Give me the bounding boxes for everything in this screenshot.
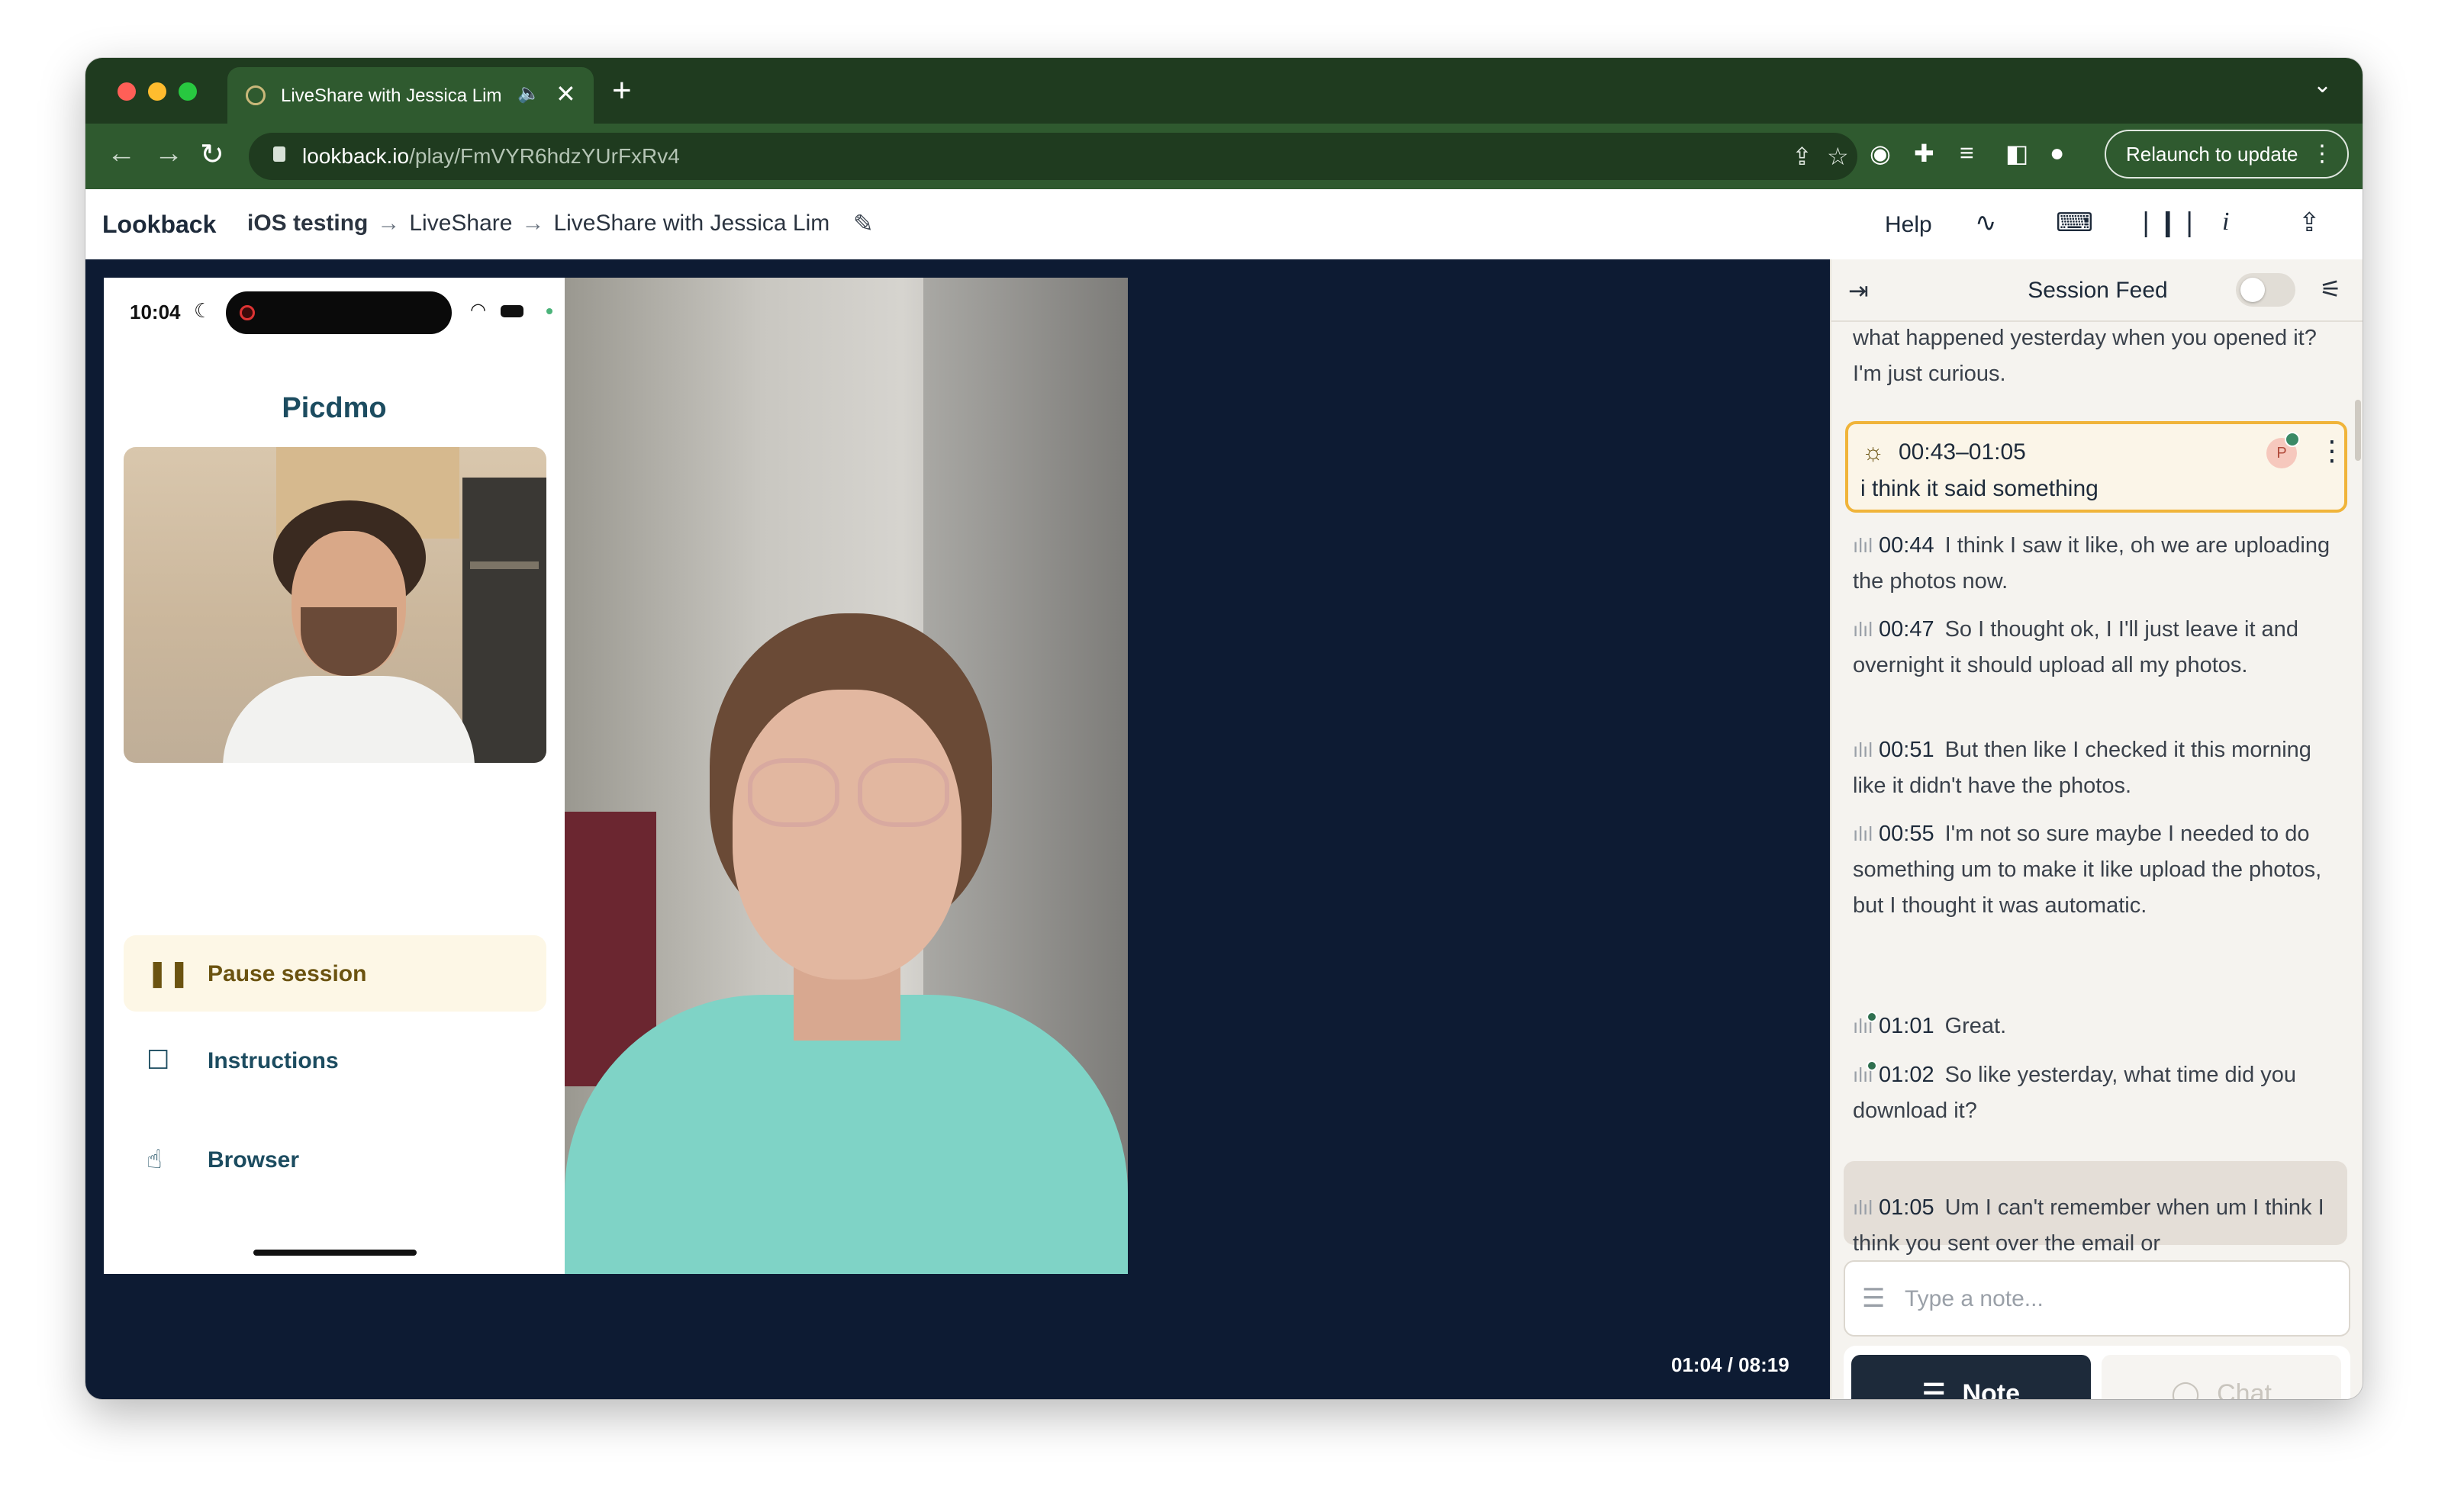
breadcrumb: iOS testing → LiveShare → LiveShare with Jes… [247, 211, 829, 236]
feed-entry-partial: what happened yesterday when you opened … [1853, 326, 2317, 386]
transcript-line-highlighted[interactable]: ılıl 01:02 So like yesterday, what time di… [1853, 1057, 2341, 1129]
note-more-icon[interactable]: ⋮ [2318, 435, 2346, 467]
favicon-icon [246, 85, 266, 105]
tab-search-chevron-icon[interactable]: ⌄ [2313, 72, 2332, 98]
breadcrumb-type[interactable]: LiveShare [409, 211, 512, 236]
chat-button[interactable]: ◯ Chat [2102, 1355, 2341, 1399]
browser-button[interactable]: ☝ Browser [124, 1121, 546, 1198]
arrow-right-icon: → [521, 211, 545, 236]
moderator-camera [124, 447, 546, 763]
waveform-icon: ılıl [1853, 1015, 1873, 1037]
app-header: Lookback iOS testing → LiveShare → LiveShare… [85, 189, 2363, 261]
relaunch-button[interactable]: Relaunch to update ⋮ [2105, 130, 2349, 179]
back-arrow-icon[interactable]: ← [107, 137, 136, 170]
sun-icon: ☼ [1862, 438, 1885, 465]
filter-sliders-icon[interactable]: ⚟ [2320, 275, 2342, 304]
tab-title: LiveShare with Jessica Lim [281, 85, 502, 106]
arrow-right-icon: → [377, 211, 401, 236]
note-input-box[interactable]: ☰ [1844, 1260, 2350, 1337]
reload-icon[interactable]: ↻ [200, 137, 224, 172]
close-window-button[interactable] [118, 82, 136, 101]
feed-toggle[interactable] [2236, 273, 2295, 307]
bookmark-star-icon[interactable]: ☆ [1827, 142, 1849, 171]
note-card[interactable]: ☼ 00:43–01:05 i think it said something … [1845, 421, 2347, 513]
media-controls-icon[interactable]: ≡ [1960, 139, 1974, 167]
waveform-icon: ılıl [1853, 534, 1873, 557]
address-bar[interactable]: lookback.io/play/FmVYR6hdzYUrFxRv4 ⇪ ☆ [249, 133, 1857, 180]
tab-close-icon[interactable]: ✕ [556, 79, 576, 108]
participant-camera [565, 278, 1128, 1274]
keyboard-icon[interactable]: ⌨ [2056, 207, 2093, 238]
share-icon[interactable]: ⇪ [2298, 207, 2321, 238]
forward-arrow-icon[interactable]: → [154, 137, 183, 170]
share-page-icon[interactable]: ⇪ [1792, 142, 1812, 171]
session-feed-panel: ⇥ Session Feed ⚟ what happened yesterday… [1830, 259, 2363, 1399]
edit-square-icon: ☐ [147, 1046, 170, 1075]
dynamic-island [226, 291, 452, 334]
pause-session-button[interactable]: ❚❚ Pause session [124, 935, 546, 1012]
profile-avatar-icon[interactable]: ● [2050, 139, 2064, 167]
browser-tab-active[interactable]: LiveShare with Jessica Lim 🔈 ✕ [227, 67, 594, 124]
activity-icon[interactable]: ∿ [1975, 207, 1997, 238]
session-feed-header: ⇥ Session Feed ⚟ [1831, 259, 2363, 322]
video-stage: 10:04 ☾ ◠ Picdmo ❚❚ Pause session ☐ Inst… [85, 259, 1830, 1399]
transcript-line[interactable]: ılıl 01:01 Great. [1853, 1009, 2341, 1044]
touch-hand-icon: ☝ [147, 1145, 163, 1174]
breadcrumb-session: LiveShare with Jessica Lim [553, 211, 830, 236]
breadcrumb-project[interactable]: iOS testing [247, 211, 368, 236]
browser-window: LiveShare with Jessica Lim 🔈 ✕ + ⌄ ← → ↻… [85, 58, 2363, 1399]
note-button[interactable]: ☰ Note [1851, 1355, 2091, 1399]
url-text: lookback.io/play/FmVYR6hdzYUrFxRv4 [302, 144, 680, 168]
browser-menu-icon[interactable]: ⋮ [2311, 131, 2334, 177]
instructions-button[interactable]: ☐ Instructions [124, 1022, 546, 1099]
browser-toolbar: ← → ↻ lookback.io/play/FmVYR6hdzYUrFxRv4… [85, 124, 2363, 189]
note-input[interactable] [1903, 1282, 2334, 1317]
moon-icon: ☾ [194, 299, 212, 322]
chat-bubble-icon: ◯ [2171, 1379, 2201, 1399]
avatar-status-dot [2285, 432, 2300, 447]
tab-strip: LiveShare with Jessica Lim 🔈 ✕ + ⌄ [85, 58, 2363, 124]
lookback-logo[interactable]: Lookback [102, 211, 216, 239]
waveform-icon: ılıl [1853, 1196, 1873, 1219]
password-manager-icon[interactable]: ◉ [1870, 139, 1891, 168]
compose-mode-bar: ☰ Note ◯ Chat [1844, 1346, 2350, 1399]
battery-icon [501, 305, 523, 317]
waveform-icon: ılıl [1853, 738, 1873, 761]
text-lines-icon: ☰ [1862, 1284, 1886, 1313]
minimize-window-button[interactable] [148, 82, 166, 101]
phone-screen-share: 10:04 ☾ ◠ Picdmo ❚❚ Pause session ☐ Inst… [104, 278, 565, 1274]
lock-icon [273, 146, 285, 162]
status-bar-time: 10:04 [130, 301, 181, 323]
note-time-range: 00:43–01:05 [1899, 439, 2026, 465]
side-panel-icon[interactable]: ◧ [2005, 139, 2028, 168]
waveform-icon: ılıl [1853, 822, 1873, 845]
waveform-icon: ılıl [1853, 618, 1873, 641]
transcript-line[interactable]: ılıl 00:47 So I thought ok, I I'll just le… [1853, 612, 2341, 684]
home-indicator [253, 1250, 417, 1256]
waveform-icon: ılıl [1853, 1063, 1873, 1086]
feed-scrollbar[interactable] [2355, 400, 2361, 461]
note-lines-icon: ☰ [1921, 1379, 1946, 1399]
transcript-line[interactable]: ılıl 01:05 Um I can't remember when um I t… [1853, 1190, 2341, 1257]
wifi-icon: ◠ [470, 300, 486, 320]
recording-dot-icon [240, 305, 255, 320]
transcript-line[interactable]: ılıl 00:51 But then like I checked it this… [1853, 732, 2341, 804]
session-feed-list: what happened yesterday when you opened … [1831, 320, 2363, 1257]
speaker-muted-icon[interactable]: 🔈 [517, 82, 540, 105]
edit-pencil-icon[interactable]: ✎ [853, 209, 874, 238]
new-tab-button[interactable]: + [612, 72, 632, 110]
pause-icon: ❚❚ [147, 959, 190, 988]
transcript-line[interactable]: ılıl 00:55 I'm not so sure maybe I needed … [1853, 816, 2341, 924]
playback-timecode: 01:04 / 08:19 [1671, 1353, 1789, 1376]
info-icon[interactable]: i [2222, 207, 2229, 236]
help-link[interactable]: Help [1885, 212, 1932, 238]
app-title: Picdmo [282, 392, 387, 424]
transcript-line[interactable]: ılıl 00:44 I think I saw it like, oh we ar… [1853, 528, 2341, 600]
extensions-puzzle-icon[interactable]: ✚ [1914, 139, 1934, 168]
note-text: i think it said something [1860, 476, 2099, 501]
waveform-icon[interactable]: ❘❙❘ [2135, 207, 2200, 238]
camera-indicator-icon [546, 308, 552, 314]
zoom-window-button[interactable] [179, 82, 197, 101]
